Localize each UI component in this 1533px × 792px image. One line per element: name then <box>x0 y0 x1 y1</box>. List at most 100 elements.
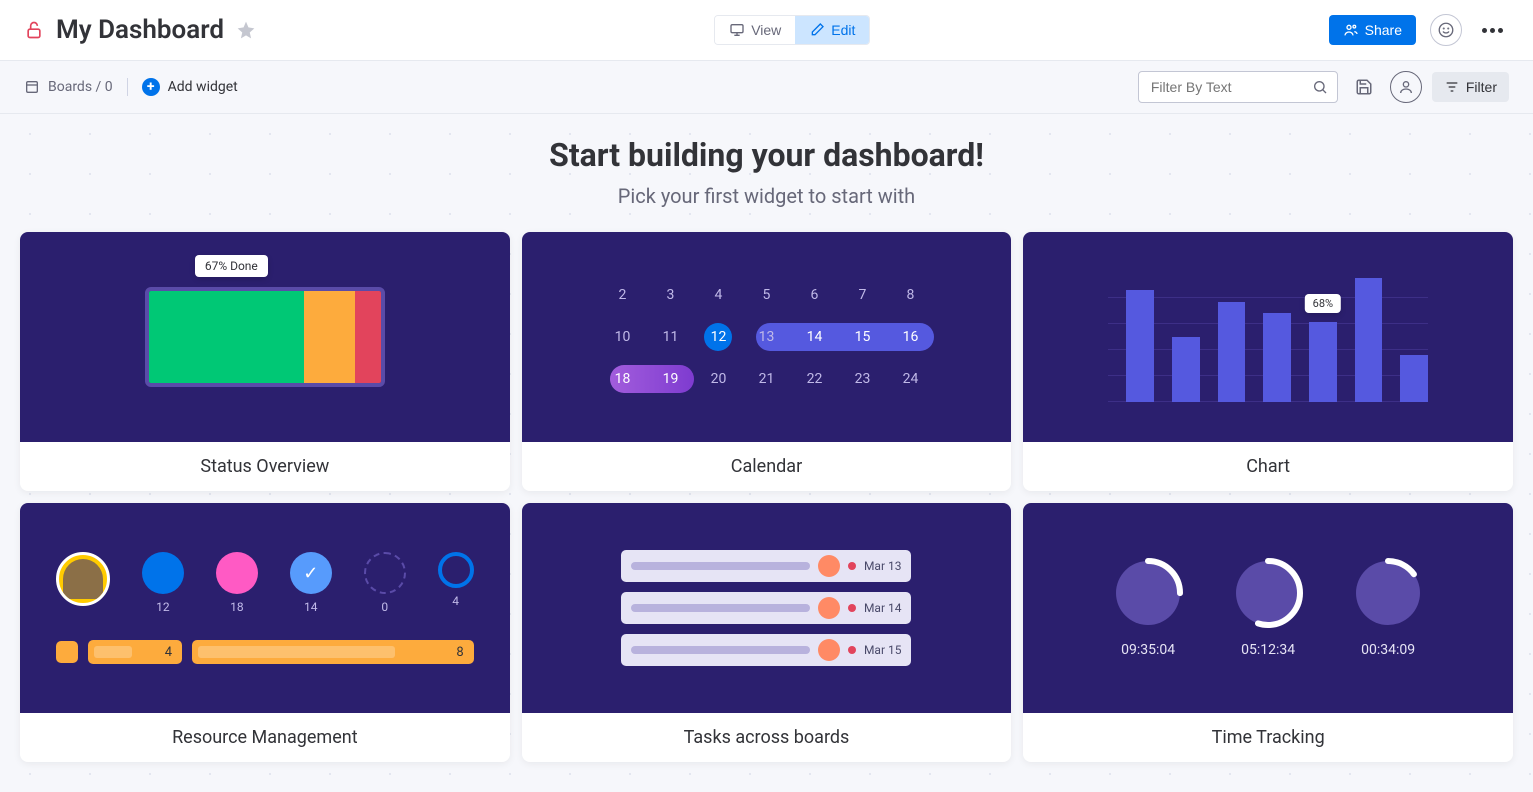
more-menu-button[interactable] <box>1476 22 1509 39</box>
resource-circle-ring <box>438 552 474 588</box>
add-widget-label: Add widget <box>168 79 238 95</box>
header-right: Share <box>1329 14 1509 46</box>
person-filter-button[interactable] <box>1390 71 1422 103</box>
resource-circle-check: ✓ <box>290 552 332 594</box>
filter-text-input[interactable] <box>1138 71 1338 103</box>
widget-preview: 68% <box>1023 232 1513 442</box>
save-icon <box>1355 78 1373 96</box>
star-icon[interactable] <box>236 20 256 40</box>
chart-bar <box>1263 313 1291 402</box>
chart-bars: 68% <box>1108 272 1428 402</box>
widget-resource-management[interactable]: 12 18 ✓14 0 4 4 8 Resource Man <box>20 503 510 762</box>
resource-graphic: 12 18 ✓14 0 4 4 8 <box>20 552 510 664</box>
resource-circle-empty <box>364 552 406 594</box>
filter-icon <box>1444 79 1460 95</box>
tasks-list: Mar 13Mar 14Mar 15 <box>621 550 911 666</box>
chart-bar <box>1172 337 1200 402</box>
widget-preview: 09:35:04 05:12:34 00:34:09 <box>1023 503 1513 713</box>
widget-preview: 23456781011121314151618192021222324 <box>522 232 1012 442</box>
resource-bar: 4 <box>88 640 182 664</box>
add-widget-button[interactable]: + Add widget <box>142 78 238 96</box>
edit-mode-label: Edit <box>831 22 855 38</box>
time-value: 09:35:04 <box>1121 642 1175 658</box>
task-row: Mar 15 <box>621 634 911 666</box>
progress-ring <box>1353 558 1423 628</box>
progress-ring <box>1113 558 1183 628</box>
filter-text-wrap <box>1138 71 1338 103</box>
top-header: My Dashboard View Edit Share <box>0 0 1533 61</box>
widget-tasks-across-boards[interactable]: Mar 13Mar 14Mar 15 Tasks across boards <box>522 503 1012 762</box>
calendar-day: 15 <box>838 319 886 355</box>
calendar-day: 21 <box>742 361 790 397</box>
resource-count: 0 <box>381 600 388 614</box>
widget-status-overview[interactable]: 67% Done Status Overview <box>20 232 510 491</box>
person-icon <box>1398 79 1414 95</box>
widget-label: Status Overview <box>20 442 510 491</box>
battery-segment-working <box>304 291 355 383</box>
filter-button-label: Filter <box>1466 79 1497 95</box>
filter-button[interactable]: Filter <box>1432 72 1509 102</box>
calendar-day: 7 <box>838 277 886 313</box>
widget-time-tracking[interactable]: 09:35:0405:12:3400:34:09 Time Tracking <box>1023 503 1513 762</box>
view-mode-label: View <box>751 22 781 38</box>
status-dot-icon <box>848 562 856 570</box>
calendar-day: 4 <box>694 277 742 313</box>
calendar-day: 24 <box>886 361 934 397</box>
widget-chart[interactable]: 68% Chart <box>1023 232 1513 491</box>
board-icon <box>24 79 40 95</box>
task-date: Mar 14 <box>864 601 902 615</box>
share-button[interactable]: Share <box>1329 15 1416 45</box>
chart-bar <box>1126 290 1154 402</box>
headline: Start building your dashboard! <box>20 136 1513 174</box>
calendar-day: 2 <box>598 277 646 313</box>
smile-icon <box>1437 21 1455 39</box>
task-date: Mar 15 <box>864 643 902 657</box>
time-tracking-item: 05:12:34 <box>1233 558 1303 658</box>
calendar-day: 6 <box>790 277 838 313</box>
battery-segment-done <box>149 291 304 383</box>
save-icon-button[interactable] <box>1348 71 1380 103</box>
people-icon <box>1343 22 1359 38</box>
time-tracking-row: 09:35:04 05:12:34 00:34:09 <box>1113 558 1423 658</box>
lock-icon <box>24 20 44 40</box>
chart-bar: 68% <box>1309 322 1337 402</box>
plus-icon: + <box>142 78 160 96</box>
toolbar-right: Filter <box>1138 71 1509 103</box>
time-value: 00:34:09 <box>1361 642 1415 658</box>
chart-tooltip: 68% <box>1305 294 1341 313</box>
status-dot-icon <box>848 604 856 612</box>
calendar-day: 16 <box>886 319 934 355</box>
calendar-day: 23 <box>838 361 886 397</box>
resource-count: 14 <box>304 600 318 614</box>
widget-preview: Mar 13Mar 14Mar 15 <box>522 503 1012 713</box>
widget-preview: 12 18 ✓14 0 4 4 8 <box>20 503 510 713</box>
avatar-icon <box>818 597 840 619</box>
calendar-day: 5 <box>742 277 790 313</box>
progress-ring <box>1233 558 1303 628</box>
calendar-day: 3 <box>646 277 694 313</box>
calendar-day: 13 <box>742 319 790 355</box>
widget-calendar[interactable]: 23456781011121314151618192021222324 Cale… <box>522 232 1012 491</box>
battery-segment-stuck <box>355 291 381 383</box>
resource-count: 4 <box>452 594 459 608</box>
task-bar <box>631 604 809 612</box>
smile-button[interactable] <box>1430 14 1462 46</box>
pencil-icon <box>809 22 825 38</box>
resource-count: 18 <box>230 600 244 614</box>
chart-bar <box>1400 355 1428 402</box>
status-tooltip: 67% Done <box>195 255 268 277</box>
time-tracking-item: 09:35:04 <box>1113 558 1183 658</box>
calendar-day: 20 <box>694 361 742 397</box>
edit-mode-button[interactable]: Edit <box>795 16 869 44</box>
widget-preview: 67% Done <box>20 232 510 442</box>
share-label: Share <box>1365 22 1402 38</box>
resource-circle <box>216 552 258 594</box>
calendar-day: 11 <box>646 319 694 355</box>
calendar-day: 10 <box>598 319 646 355</box>
time-value: 05:12:34 <box>1241 642 1295 658</box>
resource-count: 12 <box>156 600 170 614</box>
calendar-day: 18 <box>598 361 646 397</box>
view-mode-button[interactable]: View <box>715 16 795 44</box>
page-title: My Dashboard <box>56 15 224 45</box>
boards-count[interactable]: Boards / 0 <box>24 79 113 95</box>
